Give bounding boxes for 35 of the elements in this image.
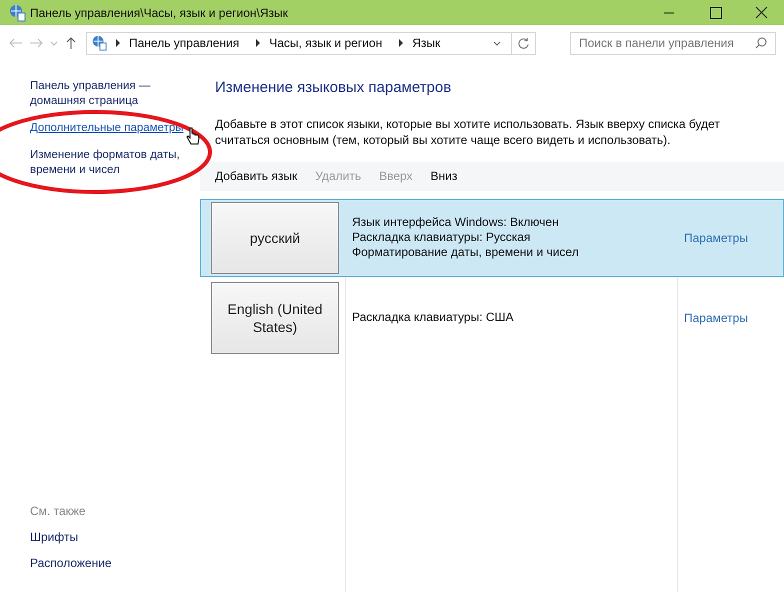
- up-arrow-icon[interactable]: [64, 36, 78, 50]
- see-also-link[interactable]: Расположение: [30, 554, 112, 572]
- toolbar-button[interactable]: Добавить язык: [215, 167, 298, 185]
- window-title: Панель управления\Часы, язык и регион\Язык: [30, 4, 288, 22]
- see-also-link[interactable]: Шрифты: [30, 528, 78, 546]
- address-bar[interactable]: Панель управления Часы, язык и регион Язык: [86, 32, 536, 54]
- globe-icon: [91, 35, 107, 51]
- globe-icon: [8, 4, 26, 22]
- breadcrumb-item[interactable]: Панель управления: [129, 34, 240, 52]
- search-icon: [755, 37, 767, 49]
- breadcrumb-item[interactable]: Язык: [412, 34, 440, 52]
- sidebar-link[interactable]: Дополнительные параметры: [30, 121, 190, 136]
- language-detail: Язык интерфейса Windows: Включен: [352, 215, 560, 230]
- options-link[interactable]: Параметры: [684, 228, 748, 246]
- language-button[interactable]: русский: [211, 202, 339, 274]
- page-heading: Изменение языковых параметров: [214, 78, 452, 98]
- language-detail: Раскладка клавиатуры: США: [352, 310, 515, 325]
- sidebar-link[interactable]: Изменение форматов даты, времени и чисел: [30, 148, 190, 178]
- sidebar-link[interactable]: Панель управления — домашняя страница: [30, 79, 190, 109]
- options-link[interactable]: Параметры: [684, 308, 748, 326]
- language-row[interactable]: русский Язык интерфейса Windows: Включен Раскладка клавиатуры: Русская Форматирование даты, времени и чисел Параметры: [200, 198, 784, 276]
- breadcrumb-item[interactable]: Часы, язык и регион: [269, 34, 382, 52]
- description-text: Добавьте в этот список языки, которые вы хотите использовать. Язык вверху списка будет считаться основным (тем, который вы хотите чаще всего видеть и использовать).: [214, 116, 721, 148]
- see-also-heading: См. также: [30, 503, 87, 520]
- language-detail: Раскладка клавиатуры: Русская: [352, 230, 532, 245]
- search-field[interactable]: Поиск в панели управления: [570, 32, 776, 54]
- hand-cursor-icon: [186, 127, 200, 146]
- toolbar-button[interactable]: Вниз: [430, 167, 458, 185]
- language-row[interactable]: English (United States) Раскладка клавиатуры: США Параметры: [200, 278, 784, 356]
- chevron-right-icon: [115, 39, 121, 47]
- language-detail: Форматирование даты, времени и чисел: [352, 245, 580, 260]
- chevron-right-icon: [398, 39, 404, 47]
- refresh-icon[interactable]: [517, 36, 530, 50]
- language-button[interactable]: English (United States): [211, 282, 339, 354]
- chevron-right-icon: [255, 39, 262, 47]
